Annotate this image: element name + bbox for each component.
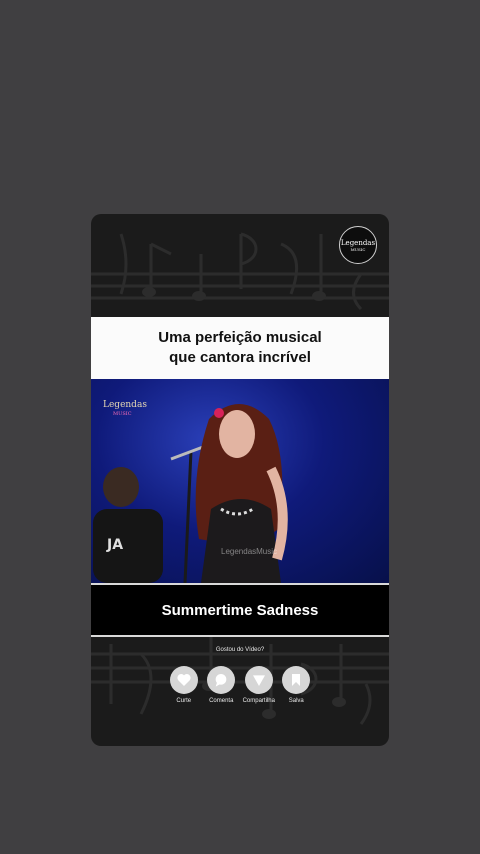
- comment-icon[interactable]: [207, 666, 236, 694]
- share-button[interactable]: Compartilha: [240, 666, 278, 704]
- divider-bottom: [91, 635, 389, 637]
- video-watermark: Legendas MUSIC: [103, 400, 147, 418]
- video-watermark-center: LegendasMusic: [221, 547, 278, 556]
- logo-name: Legendas: [340, 238, 376, 247]
- engagement-prompt: Gostou do Vídeo?: [215, 647, 265, 653]
- like-label: Curte: [176, 698, 192, 704]
- post-card: Legendas MUSIC Uma perfeição musical que…: [91, 214, 389, 746]
- headline-line-1: Uma perfeição musical: [158, 329, 322, 346]
- comment-label: Comenta: [209, 698, 234, 704]
- headline-banner: Uma perfeição musical que cantora incrív…: [91, 317, 389, 379]
- headline-line-2: que cantora incrível: [169, 349, 311, 366]
- save-button[interactable]: Salva: [278, 666, 316, 704]
- share-icon[interactable]: [244, 666, 273, 694]
- like-button[interactable]: Curte: [165, 666, 203, 704]
- comment-button[interactable]: Comenta: [203, 666, 241, 704]
- bookmark-icon[interactable]: [282, 666, 311, 694]
- svg-text:JA: JA: [106, 537, 123, 553]
- logo-sub: MUSIC: [350, 246, 366, 252]
- song-title: Summertime Sadness: [91, 585, 389, 635]
- engagement-actions: Curte Comenta Compartilha Salva: [165, 666, 315, 704]
- save-label: Salva: [288, 698, 304, 704]
- share-label: Compartilha: [242, 698, 275, 704]
- video-frame[interactable]: JA Legendas MUSIC LegendasMusic: [91, 379, 389, 583]
- channel-logo[interactable]: Legendas MUSIC: [339, 226, 377, 264]
- heart-icon[interactable]: [169, 666, 198, 694]
